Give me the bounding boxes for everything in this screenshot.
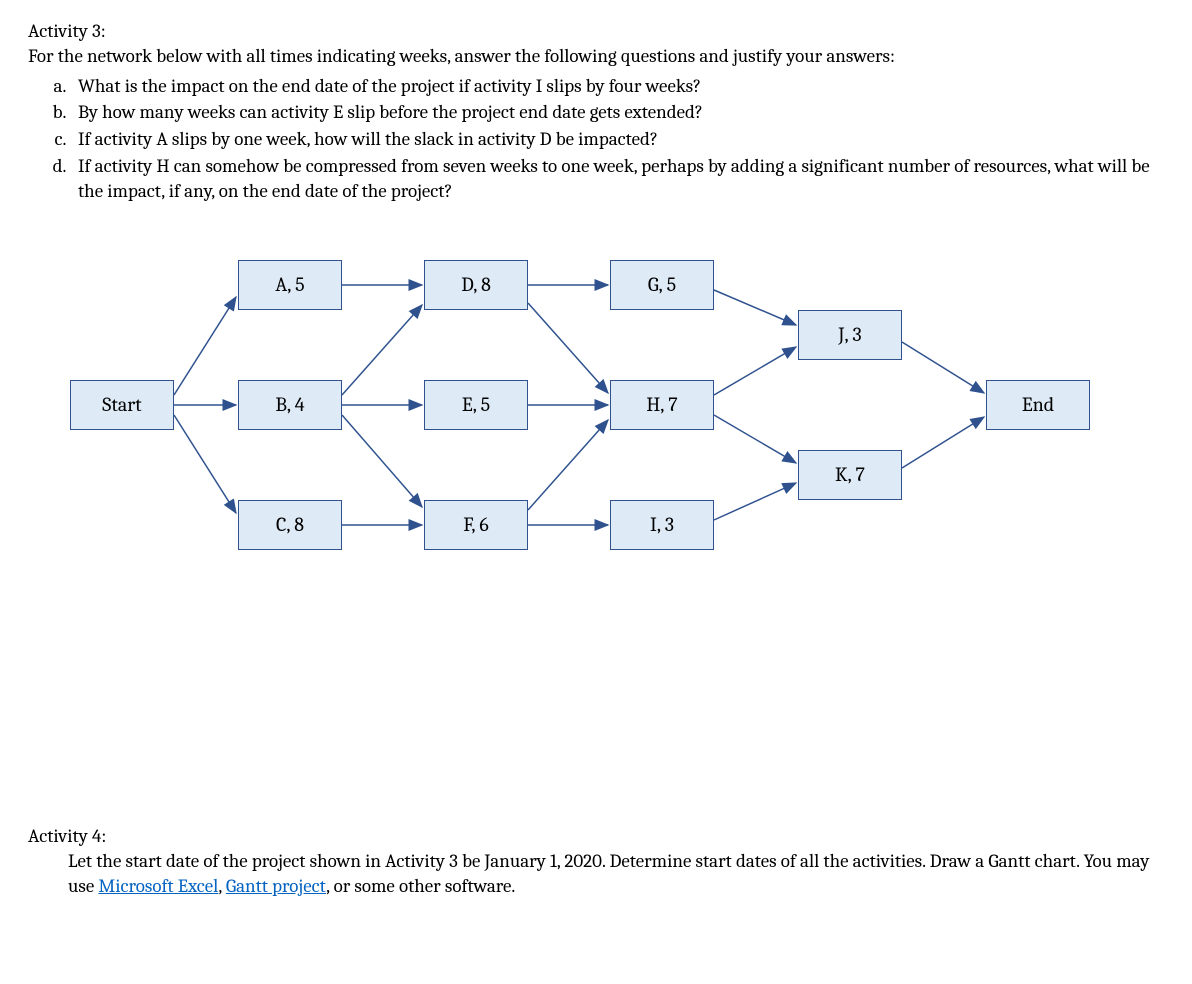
node-j: J, 3 [798, 310, 902, 360]
node-c: C, 8 [238, 500, 342, 550]
question-list: What is the impact on the end date of th… [52, 74, 1172, 205]
question-b: By how many weeks can activity E slip be… [70, 100, 1172, 126]
node-d: D, 8 [424, 260, 528, 310]
link-excel[interactable]: Microsoft Excel [98, 875, 218, 897]
a4-text-mid: , [218, 875, 226, 897]
a4-text-post: , or some other software. [326, 875, 515, 897]
question-a: What is the impact on the end date of th… [70, 74, 1172, 100]
node-start: Start [70, 380, 174, 430]
node-e: E, 5 [424, 380, 528, 430]
activity3-title: Activity 3: [28, 20, 1172, 42]
link-gantt[interactable]: Gantt project [226, 875, 326, 897]
question-d: If activity H can somehow be compressed … [70, 154, 1172, 205]
activity4-body: Let the start date of the project shown … [68, 849, 1172, 900]
activity4-title: Activity 4: [28, 825, 1172, 847]
node-b: B, 4 [238, 380, 342, 430]
node-h: H, 7 [610, 380, 714, 430]
node-a: A, 5 [238, 260, 342, 310]
node-f: F, 6 [424, 500, 528, 550]
arrow-layer [28, 255, 1148, 615]
node-g: G, 5 [610, 260, 714, 310]
node-end: End [986, 380, 1090, 430]
network-diagram: Start A, 5 B, 4 C, 8 D, 8 E, 5 F, 6 G, 5… [28, 255, 1148, 615]
node-k: K, 7 [798, 450, 902, 500]
question-c: If activity A slips by one week, how wil… [70, 127, 1172, 153]
node-i: I, 3 [610, 500, 714, 550]
activity3-intro: For the network below with all times ind… [28, 44, 1172, 70]
